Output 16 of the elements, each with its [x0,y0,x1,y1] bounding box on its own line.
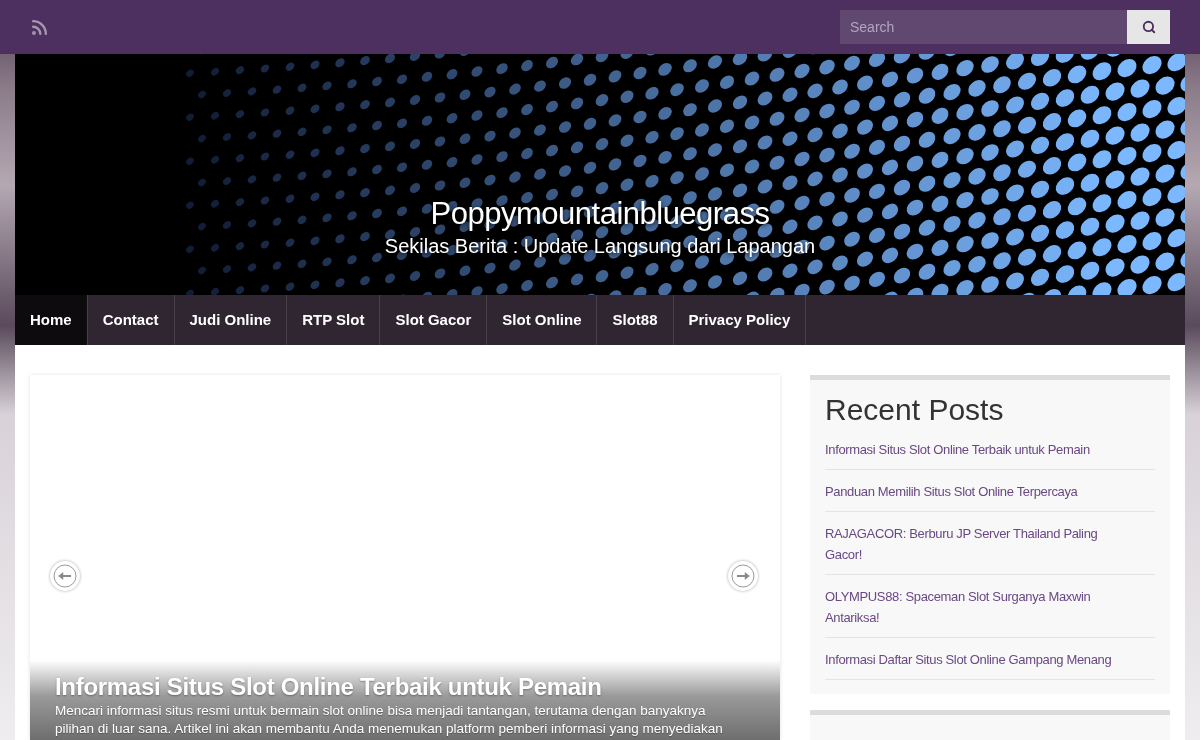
previous-slide-button[interactable] [50,561,80,591]
recent-post-link[interactable]: OLYMPUS88: Spaceman Slot Surganya Maxwin Antariksa! [825,586,1121,628]
recent-post-link[interactable]: Panduan Memilih Situs Slot Online Terpercaya [825,481,1121,502]
slide-excerpt: Mencari informasi situs resmi untuk bermain slot online bisa menjadi tantangan, terutama dengan banyaknya pilihan di luar sana. Artikel ini akan membantu Anda menemukan platform pemberi informasi yang menyediakan [55,702,724,738]
arrow-left-icon [53,564,77,588]
next-slide-button[interactable] [728,561,758,591]
recent-post-link[interactable]: RAJAGACOR: Berburu JP Server Thailand Paling Gacor! [825,523,1121,565]
widget-title: Recent Posts [825,392,1005,428]
nav-link[interactable]: Home [15,295,88,345]
search-button[interactable] [1127,10,1170,44]
arrow-right-icon [731,564,755,588]
search-icon [1141,20,1156,34]
search-field[interactable]: Search [840,10,1127,44]
recent-post-link[interactable]: Informasi Daftar Situs Slot Online Gampang Menang [825,649,1121,670]
rss-icon[interactable] [30,17,49,37]
recent-post-link[interactable]: Informasi Situs Slot Online Terbaik untuk Pemain [825,439,1121,460]
